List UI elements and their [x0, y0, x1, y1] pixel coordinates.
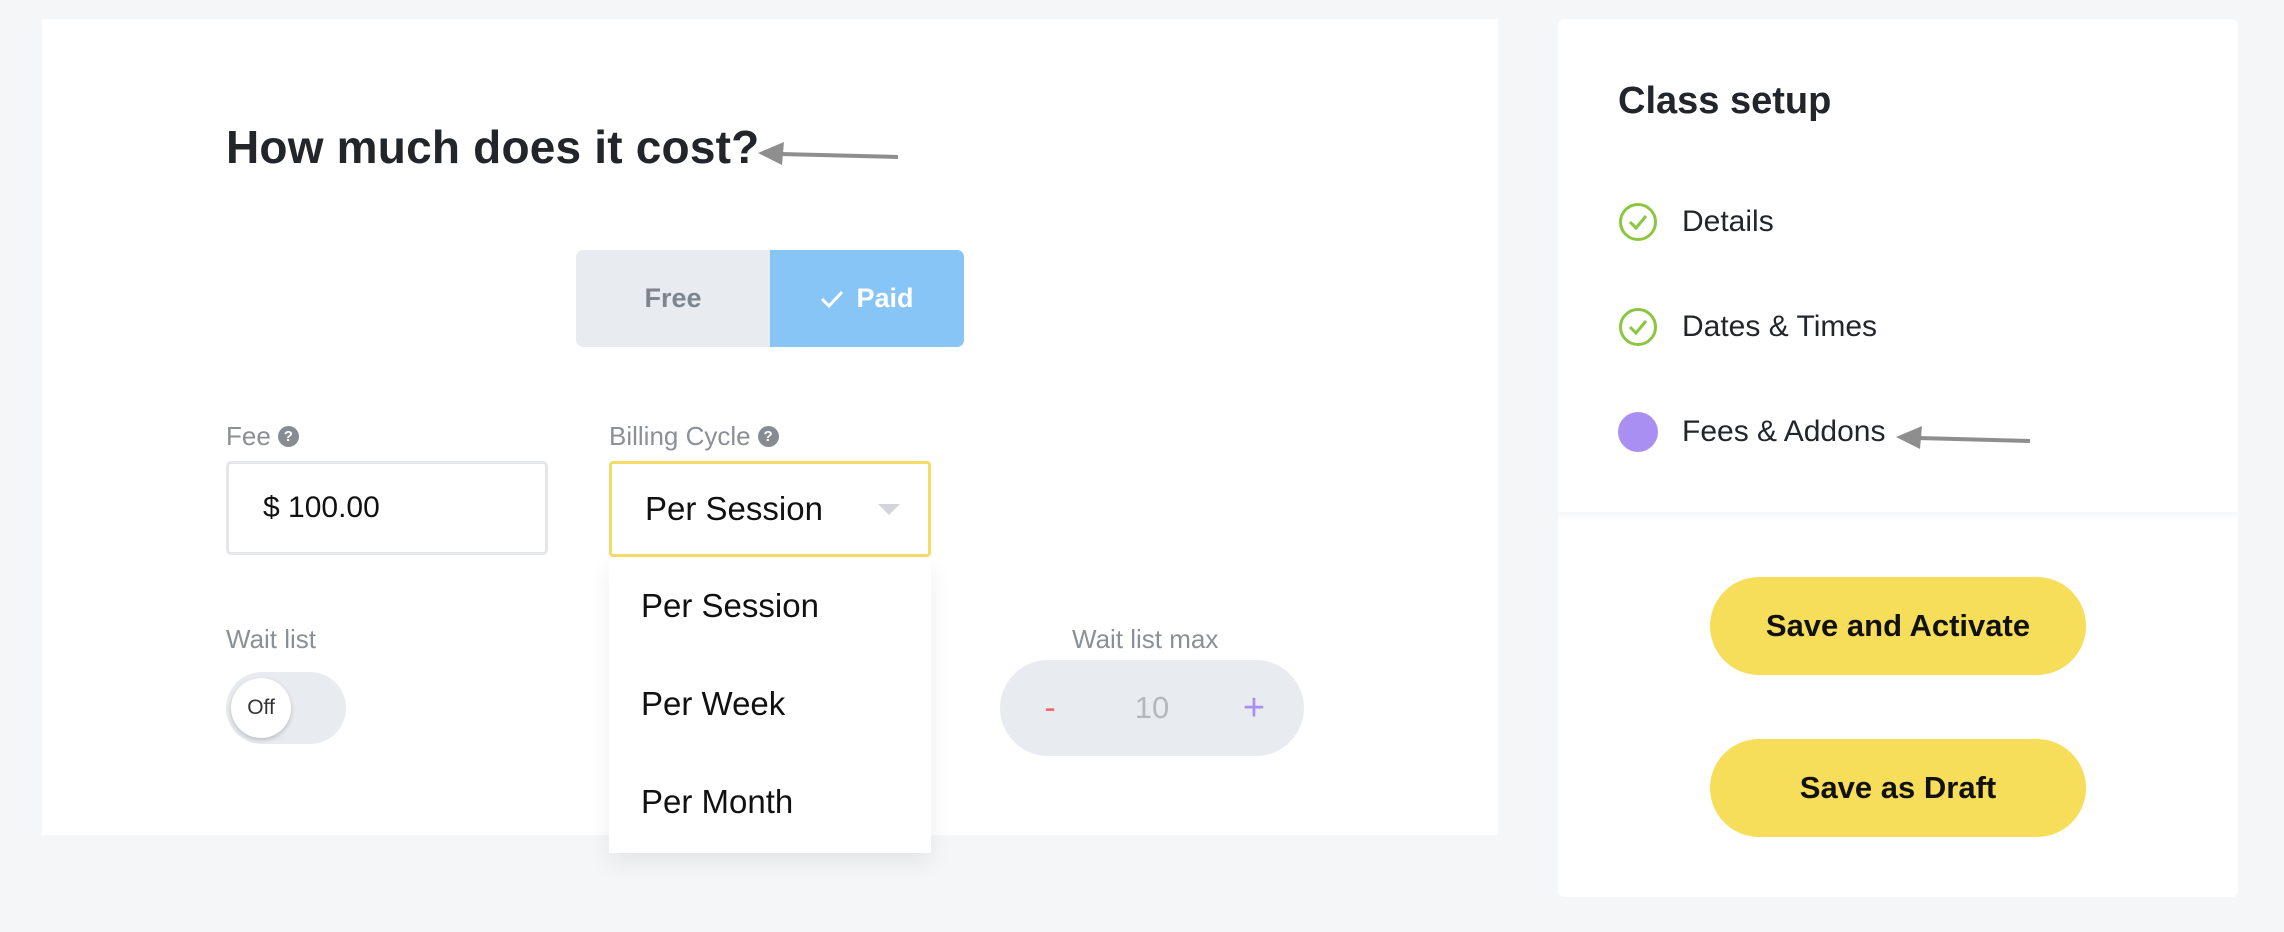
checkmark-icon	[821, 290, 844, 308]
arrow-annotation-icon	[1896, 426, 2031, 449]
sidebar-item-details[interactable]: Details	[1618, 202, 1774, 242]
arrow-annotation-icon	[758, 142, 899, 165]
dropdown-option-per-month[interactable]: Per Month	[609, 753, 931, 851]
free-option-button[interactable]: Free	[576, 250, 770, 347]
paid-option-label: Paid	[856, 283, 914, 313]
wait-list-label: Wait list	[226, 624, 317, 654]
dropdown-option-per-session[interactable]: Per Session	[609, 557, 931, 655]
check-circle-icon	[1619, 308, 1657, 346]
dropdown-option-per-week[interactable]: Per Week	[609, 655, 931, 753]
wait-list-toggle[interactable]: Off	[226, 672, 346, 744]
billing-cycle-selected-value: Per Session	[645, 490, 823, 527]
sidebar-item-label: Details	[1682, 205, 1774, 238]
fee-label-row: Fee ?	[226, 421, 299, 452]
billing-cycle-label-row: Billing Cycle ?	[609, 421, 779, 452]
free-option-label: Free	[644, 283, 702, 313]
chevron-down-icon	[878, 504, 900, 515]
sidebar-item-label: Dates & Times	[1682, 310, 1878, 343]
check-circle-icon	[1619, 203, 1657, 241]
current-step-dot-icon	[1618, 412, 1658, 452]
sidebar-item-dates-times[interactable]: Dates & Times	[1618, 307, 1877, 347]
toggle-knob: Off	[231, 678, 291, 738]
fee-help-icon[interactable]: ?	[277, 426, 299, 447]
billing-cycle-select[interactable]: Per Session	[609, 461, 931, 557]
sidebar-item-fees-addons[interactable]: Fees & Addons	[1618, 412, 1885, 452]
billing-cycle-help-icon[interactable]: ?	[757, 426, 779, 447]
save-as-draft-button[interactable]: Save as Draft	[1710, 739, 2086, 837]
paid-option-button[interactable]: Paid	[770, 250, 964, 347]
sidebar-item-label: Fees & Addons	[1682, 415, 1886, 448]
panel-divider	[1558, 512, 2238, 522]
billing-cycle-dropdown: Per Session Per Week Per Month	[609, 557, 931, 853]
save-and-activate-button[interactable]: Save and Activate	[1710, 577, 2086, 675]
increment-button[interactable]: +	[1214, 660, 1294, 756]
sidebar-title: Class setup	[1618, 80, 1832, 122]
decrement-button[interactable]: -	[1010, 660, 1090, 756]
fee-label: Fee	[226, 421, 271, 451]
page-title: How much does it cost?	[226, 121, 760, 173]
billing-cycle-label: Billing Cycle	[609, 421, 751, 451]
fee-input[interactable]	[226, 461, 548, 555]
wait-list-max-stepper: 10 - +	[1000, 660, 1304, 756]
wait-list-max-label: Wait list max	[1072, 624, 1219, 654]
